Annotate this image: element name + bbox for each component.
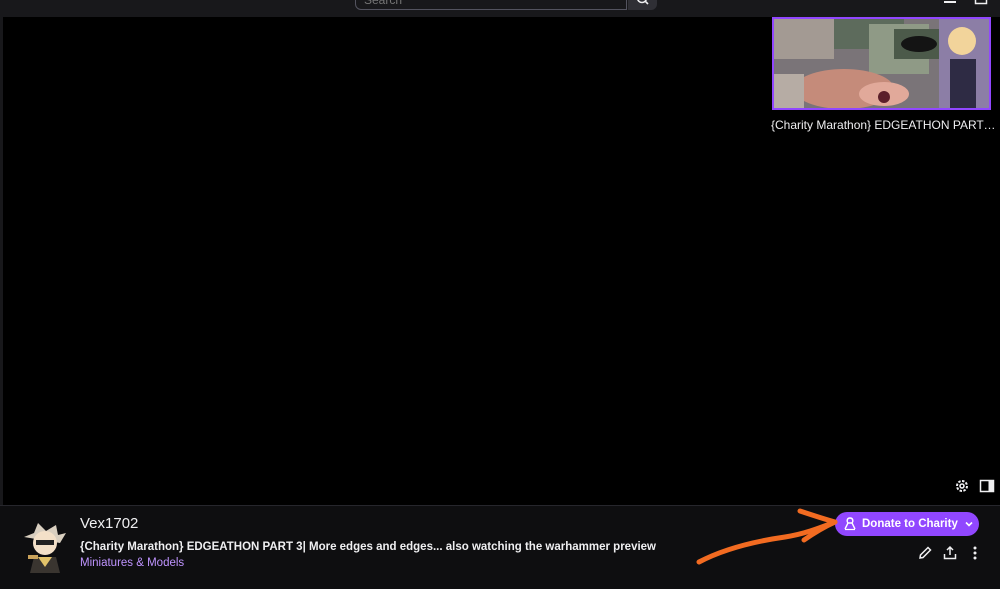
category-link[interactable]: Miniatures & Models — [80, 557, 184, 569]
player-border — [0, 17, 3, 505]
settings-icon[interactable] — [954, 478, 970, 494]
search-bar — [355, 0, 657, 11]
charity-ribbon-icon — [844, 517, 856, 531]
theatre-mode-icon[interactable] — [979, 478, 995, 494]
stream-preview-thumbnail[interactable] — [772, 17, 991, 110]
kebab-icon[interactable] — [22, 0, 32, 6]
donate-button-label: Donate to Charity — [862, 518, 958, 530]
search-input[interactable] — [355, 0, 627, 10]
share-icon[interactable] — [942, 545, 958, 561]
window-icon[interactable] — [974, 0, 988, 5]
channel-name[interactable]: Vex1702 — [80, 515, 138, 532]
search-icon — [637, 0, 649, 5]
preview-title[interactable]: {Charity Marathon} EDGEATHON PART 3| Mor… — [771, 118, 996, 132]
preview-image — [774, 19, 989, 108]
chevron-down-icon — [965, 521, 973, 527]
stream-title: {Charity Marathon} EDGEATHON PART 3| Mor… — [80, 541, 657, 553]
annotation-arrow — [696, 508, 838, 565]
search-button[interactable] — [628, 0, 657, 10]
top-nav-bar — [0, 0, 1000, 17]
donate-to-charity-button[interactable]: Donate to Charity — [835, 512, 979, 536]
edit-icon[interactable] — [917, 545, 933, 561]
channel-avatar[interactable] — [20, 519, 70, 573]
menu-icon[interactable] — [943, 0, 957, 5]
more-options-icon[interactable] — [967, 545, 983, 561]
